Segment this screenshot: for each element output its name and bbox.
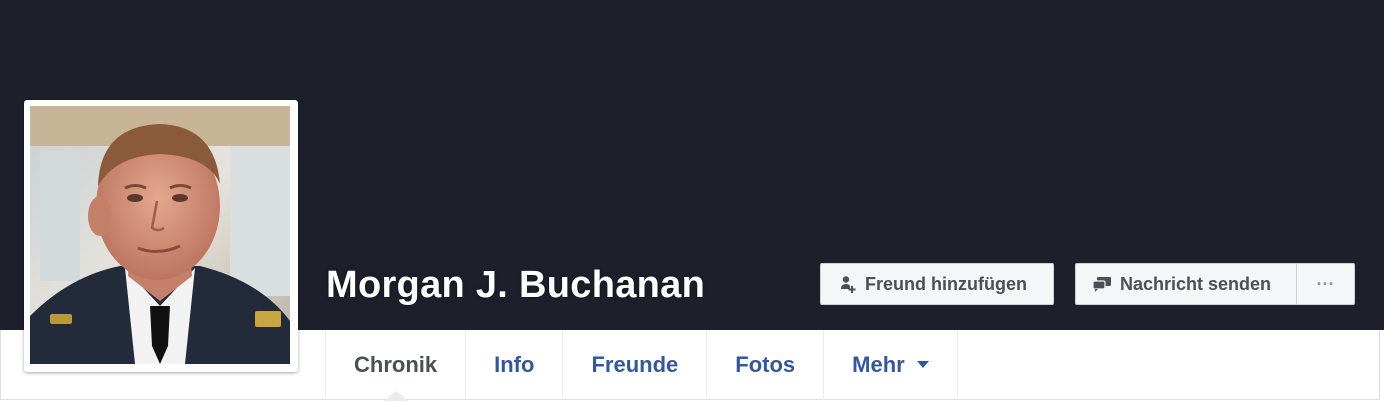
tab-freunde[interactable]: Freunde: [563, 330, 708, 400]
profile-tabs: Chronik Info Freunde Fotos Mehr: [325, 330, 958, 401]
tab-label: Info: [494, 352, 535, 377]
message-icon: [1092, 275, 1112, 293]
tab-label: Fotos: [735, 352, 796, 377]
tab-label: Chronik: [354, 352, 438, 377]
tab-fotos[interactable]: Fotos: [707, 330, 825, 400]
profile-picture[interactable]: [24, 100, 298, 372]
tab-chronik[interactable]: Chronik: [326, 330, 467, 401]
active-tab-pointer: [383, 391, 408, 401]
caret-down-icon: [916, 361, 929, 369]
add-friend-button[interactable]: Freund hinzufügen: [820, 263, 1054, 305]
add-friend-label: Freund hinzufügen: [865, 273, 1027, 294]
add-friend-icon: [839, 275, 857, 293]
tab-mehr[interactable]: Mehr: [824, 330, 958, 400]
tab-label: Freunde: [591, 352, 679, 377]
more-dots-icon: ···: [1316, 273, 1335, 294]
more-options-button[interactable]: ···: [1296, 263, 1355, 305]
send-message-button[interactable]: Nachricht senden: [1075, 263, 1297, 305]
tab-info[interactable]: Info: [466, 330, 564, 400]
profile-photo: [30, 106, 290, 364]
tab-label: Mehr: [852, 352, 905, 377]
profile-name[interactable]: Morgan J. Buchanan: [326, 264, 705, 307]
send-message-label: Nachricht senden: [1120, 273, 1272, 294]
